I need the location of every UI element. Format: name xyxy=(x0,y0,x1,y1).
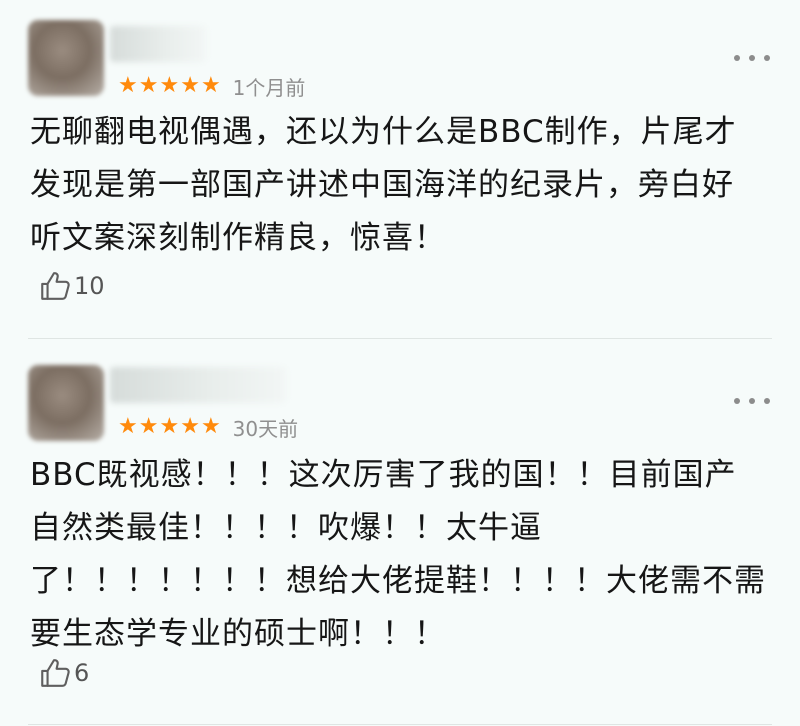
review-time: 30天前 xyxy=(232,416,299,441)
star-icon: ★ xyxy=(138,414,159,439)
star-icon: ★ xyxy=(180,414,200,439)
star-icon: ★ xyxy=(118,414,138,439)
thumbs-up-icon xyxy=(41,272,70,300)
avatar[interactable] xyxy=(28,365,104,441)
thumbs-up-icon xyxy=(41,659,70,687)
star-icon: ★ xyxy=(118,73,138,98)
star-icon: ★ xyxy=(200,73,221,98)
review-text-line: 听文案深刻制作精良，惊喜！ xyxy=(30,220,446,256)
review-text: 无聊翻电视偶遇，还以为什么是BBC制作，片尾才 发现是第一部国产讲述中国海洋的纪… xyxy=(30,106,770,265)
star-icon: ★ xyxy=(159,73,180,98)
review-time: 1个月前 xyxy=(232,75,306,100)
username[interactable] xyxy=(110,367,286,403)
more-icon[interactable] xyxy=(734,52,770,64)
star-rating: ★ ★ ★ ★ ★ xyxy=(118,75,221,97)
star-icon: ★ xyxy=(200,414,221,439)
review-item: ★ ★ ★ ★ ★ 30天前 BBC既视感！！！这次厉害了我的国！！目前国产 自… xyxy=(0,345,800,726)
review-text-line: 了！！！！！！！想给大佬提鞋！！！！大佬需不需 xyxy=(30,563,766,599)
review-text-line: 自然类最佳！！！！吹爆！！太牛逼 xyxy=(30,510,542,546)
review-text-line: BBC既视感！！！这次厉害了我的国！！目前国产 xyxy=(30,457,737,493)
star-icon: ★ xyxy=(138,73,159,98)
username[interactable] xyxy=(110,26,206,62)
like-button[interactable]: 6 xyxy=(38,655,89,691)
review-item: ★ ★ ★ ★ ★ 1个月前 无聊翻电视偶遇，还以为什么是BBC制作，片尾才 发… xyxy=(0,0,800,340)
divider xyxy=(28,338,772,339)
avatar[interactable] xyxy=(28,20,104,96)
rating-row: ★ ★ ★ ★ ★ 30天前 xyxy=(118,413,298,441)
star-icon: ★ xyxy=(159,414,180,439)
review-text: BBC既视感！！！这次厉害了我的国！！目前国产 自然类最佳！！！！吹爆！！太牛逼… xyxy=(30,449,770,661)
like-count: 10 xyxy=(74,272,105,300)
review-text-line: 要生态学专业的硕士啊！！！ xyxy=(30,616,446,652)
star-icon: ★ xyxy=(180,73,200,98)
more-icon[interactable] xyxy=(734,395,770,407)
divider xyxy=(28,724,772,725)
star-rating: ★ ★ ★ ★ ★ xyxy=(118,416,221,438)
review-text-line: 无聊翻电视偶遇，还以为什么是BBC制作，片尾才 xyxy=(30,114,737,150)
like-button[interactable]: 10 xyxy=(38,268,105,304)
like-count: 6 xyxy=(74,659,90,687)
review-text-line: 发现是第一部国产讲述中国海洋的纪录片，旁白好 xyxy=(30,167,734,203)
rating-row: ★ ★ ★ ★ ★ 1个月前 xyxy=(118,72,305,100)
